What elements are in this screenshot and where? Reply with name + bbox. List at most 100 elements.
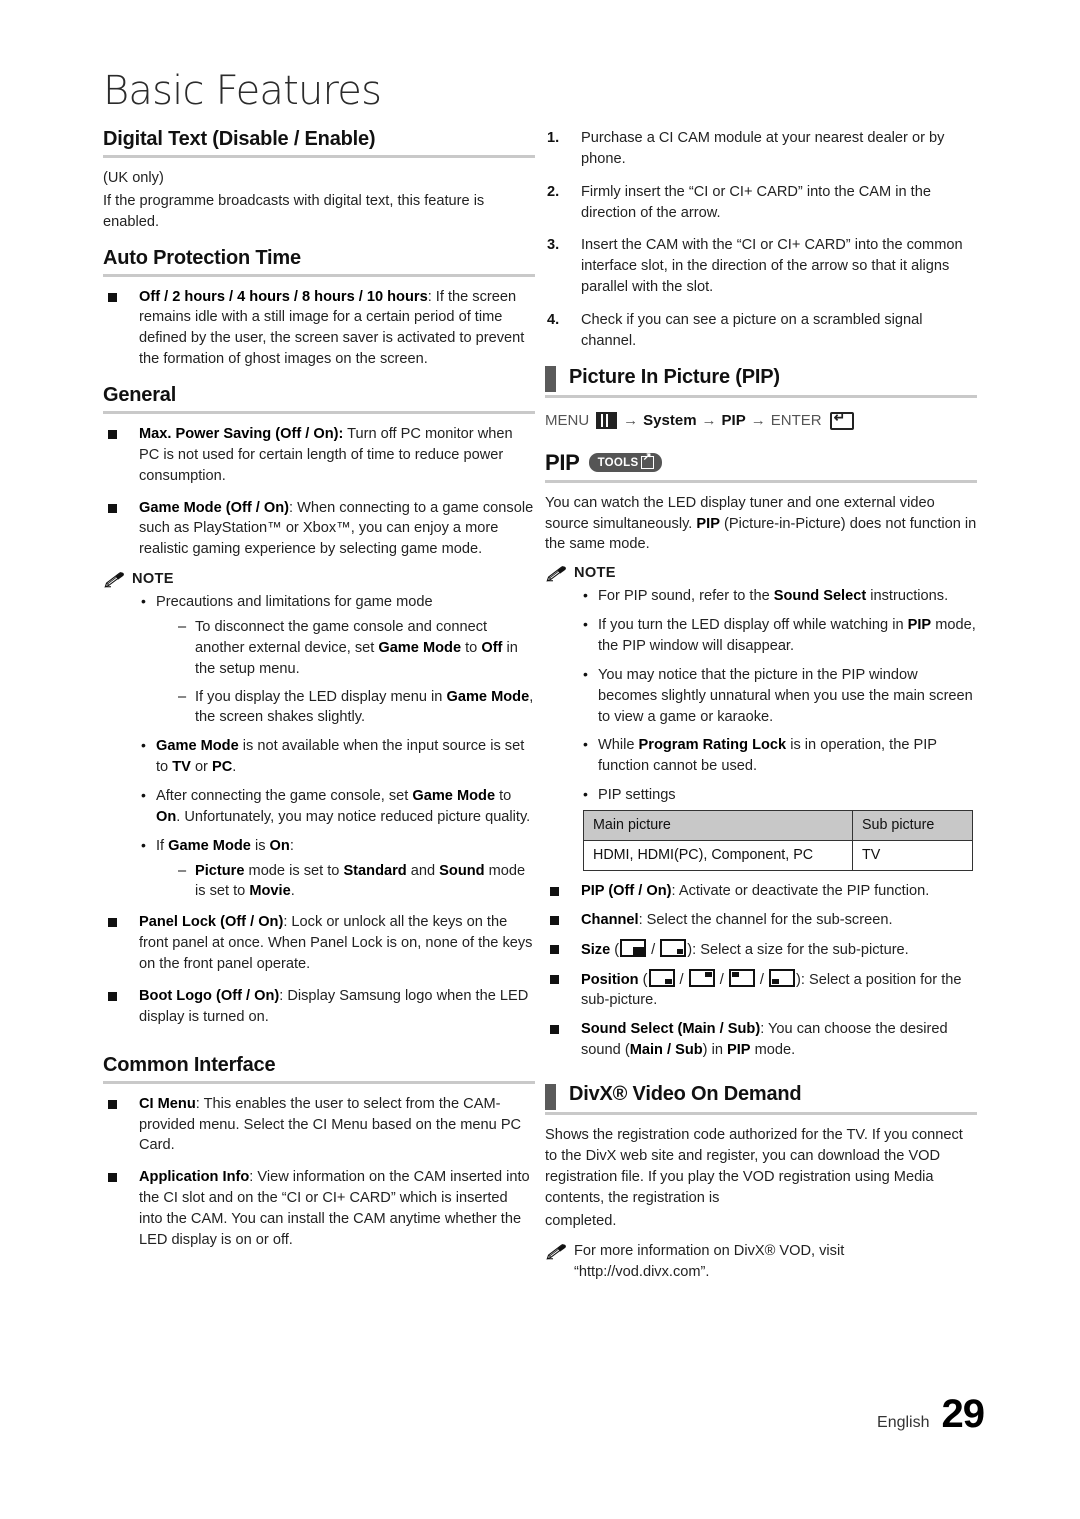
note-text: instructions. bbox=[866, 588, 949, 605]
bullet-bold-label: PIP (Off / On) bbox=[581, 883, 672, 900]
note-bold: TV bbox=[172, 759, 191, 776]
heading-rule bbox=[103, 1080, 535, 1084]
pip-size-large-icon bbox=[620, 938, 647, 957]
note-text: . bbox=[290, 883, 295, 900]
left-column: Digital Text (Disable / Enable) (UK only… bbox=[103, 128, 535, 1265]
table-header-sub-picture: Sub picture bbox=[852, 810, 973, 842]
table-header-row: Main picture Sub picture bbox=[583, 810, 973, 842]
footer-language: English bbox=[877, 1414, 930, 1431]
tools-badge-label: TOOLS bbox=[597, 456, 639, 469]
divx-body-2: completed. bbox=[545, 1212, 617, 1229]
note-subitem: To disconnect the game console and conne… bbox=[178, 617, 535, 680]
auto-protection-bullets: Off / 2 hours / 4 hours / 8 hours / 10 h… bbox=[103, 287, 535, 370]
menu-path-enter: ENTER bbox=[770, 412, 822, 430]
page-title: Basic Features bbox=[103, 68, 382, 114]
menu-path-arrow: → bbox=[701, 412, 717, 430]
pencil-icon bbox=[546, 1244, 566, 1261]
bullet-bold-label: Main / Sub bbox=[629, 1042, 703, 1059]
section-picture-in-picture: Picture In Picture (PIP) MENU → System →… bbox=[545, 366, 977, 1061]
note-text: : bbox=[289, 837, 294, 854]
pip-label: PIP bbox=[545, 449, 580, 475]
note-text: . Unfortunately, you may notice reduced … bbox=[176, 808, 531, 825]
bullet-auto-protection-options: Off / 2 hours / 4 hours / 8 hours / 10 h… bbox=[103, 287, 535, 370]
bullet-bold-label: PIP bbox=[726, 1042, 751, 1059]
note-bold: Off bbox=[481, 639, 503, 656]
heading-with-marker: DivX® Video On Demand bbox=[545, 1083, 977, 1110]
step-item: Purchase a CI CAM module at your nearest… bbox=[547, 128, 945, 167]
note-text: mode is set to bbox=[244, 862, 344, 879]
heading-bar-marker-icon bbox=[545, 366, 556, 393]
bullet-text: / bbox=[715, 971, 728, 988]
note-label: NOTE bbox=[132, 571, 174, 588]
bullet-max-power-saving: Max. Power Saving (Off / On): Turn off P… bbox=[103, 424, 535, 487]
note-item: If you turn the LED display off while wa… bbox=[583, 614, 977, 657]
note-bold: Game Mode bbox=[378, 639, 462, 656]
note-item: Precautions and limitations for game mod… bbox=[141, 591, 535, 729]
heading-picture-in-picture: Picture In Picture (PIP) bbox=[569, 365, 780, 388]
pip-intro-bold: PIP bbox=[696, 515, 720, 532]
bullet-text: ): Select a size for the sub-picture. bbox=[687, 941, 909, 958]
note-subitem: Picture mode is set to Standard and Soun… bbox=[178, 861, 535, 903]
bullet-text: : This enables the user to select from t… bbox=[139, 1095, 522, 1154]
note-text: If you turn the LED display off while wa… bbox=[598, 617, 908, 634]
general-bullets-2: Panel Lock (Off / On): Lock or unlock al… bbox=[103, 912, 535, 1027]
heading-rule bbox=[103, 273, 535, 277]
menu-path-arrow: → bbox=[623, 412, 639, 430]
bullet-bold-label: Application Info bbox=[139, 1169, 250, 1186]
menu-path: MENU → System → PIP → ENTER bbox=[545, 410, 977, 430]
note-text: . bbox=[232, 759, 237, 776]
note-subitem: If you display the LED display menu in G… bbox=[178, 687, 535, 729]
bullet-ci-menu: CI Menu: This enables the user to select… bbox=[103, 1094, 535, 1157]
section-common-interface: Common Interface CI Menu: This enables t… bbox=[103, 1054, 535, 1251]
note-bold: PIP bbox=[907, 617, 932, 634]
section-divx-vod: DivX® Video On Demand Shows the registra… bbox=[545, 1083, 977, 1283]
bullet-text: : Select the channel for the sub-screen. bbox=[638, 911, 893, 928]
note-heading: NOTE bbox=[103, 571, 535, 588]
note-text: For PIP sound, refer to the bbox=[598, 588, 774, 605]
note-text: to bbox=[495, 788, 512, 805]
pip-source-table: Main picture Sub picture HDMI, HDMI(PC),… bbox=[583, 810, 973, 872]
bullet-sound-select: Sound Select (Main / Sub): You can choos… bbox=[545, 1019, 977, 1061]
bullet-bold-label: Position bbox=[581, 971, 639, 988]
note-text: and bbox=[406, 862, 440, 879]
heading-rule bbox=[545, 1112, 977, 1116]
note-item: For PIP sound, refer to the Sound Select… bbox=[583, 585, 977, 607]
heading-common-interface: Common Interface bbox=[103, 1053, 276, 1076]
bullet-text: / bbox=[755, 971, 769, 988]
heading-divx-vod: DivX® Video On Demand bbox=[569, 1083, 802, 1106]
pip-settings-bullets: PIP (Off / On): Activate or deactivate t… bbox=[545, 881, 977, 1061]
note-text: to bbox=[461, 639, 482, 656]
menu-path-menu: MENU bbox=[545, 412, 590, 430]
pip-position-bottom-right-icon bbox=[648, 968, 675, 987]
note-text: or bbox=[190, 759, 212, 776]
note-bold: Program Rating Lock bbox=[638, 737, 787, 754]
divx-note: For more information on DivX® VOD, visit… bbox=[545, 1241, 977, 1283]
table-row: HDMI, HDMI(PC), Component, PC TV bbox=[583, 840, 973, 872]
bullet-channel: Channel: Select the channel for the sub-… bbox=[545, 910, 977, 931]
step-item: Firmly insert the “CI or CI+ CARD” into … bbox=[547, 182, 931, 221]
note-bold: Movie bbox=[249, 883, 291, 900]
note-text: is bbox=[250, 837, 270, 854]
menu-path-arrow: → bbox=[750, 412, 766, 430]
digital-text-uk-only: (UK only) bbox=[103, 170, 164, 186]
note-text: While bbox=[598, 737, 639, 754]
bullet-text: / bbox=[675, 971, 688, 988]
heading-rule bbox=[545, 394, 977, 398]
table-cell-sub-picture: TV bbox=[852, 840, 973, 872]
bullet-text: ) in bbox=[702, 1042, 727, 1059]
bullet-boot-logo: Boot Logo (Off / On): Display Samsung lo… bbox=[103, 986, 535, 1028]
bullet-bold-label: CI Menu bbox=[139, 1095, 196, 1112]
note-item: If Game Mode is On: Picture mode is set … bbox=[141, 835, 535, 903]
heading-general: General bbox=[103, 384, 177, 407]
pip-note-list: For PIP sound, refer to the Sound Select… bbox=[545, 585, 977, 806]
bullet-position: Position ( / / / ): Select a position fo… bbox=[545, 968, 977, 1012]
enter-icon bbox=[829, 410, 854, 430]
heading-bar-marker-icon bbox=[545, 1083, 556, 1110]
bullet-bold-label: Channel bbox=[581, 911, 639, 928]
note-label: NOTE bbox=[574, 565, 616, 582]
bullet-bold-label: Game Mode (Off / On) bbox=[139, 499, 289, 516]
page-footer: English 29 bbox=[877, 1392, 985, 1437]
note-bold: Game Mode bbox=[168, 837, 251, 854]
menu-icon bbox=[596, 412, 618, 430]
section-digital-text: Digital Text (Disable / Enable) (UK only… bbox=[103, 128, 535, 233]
